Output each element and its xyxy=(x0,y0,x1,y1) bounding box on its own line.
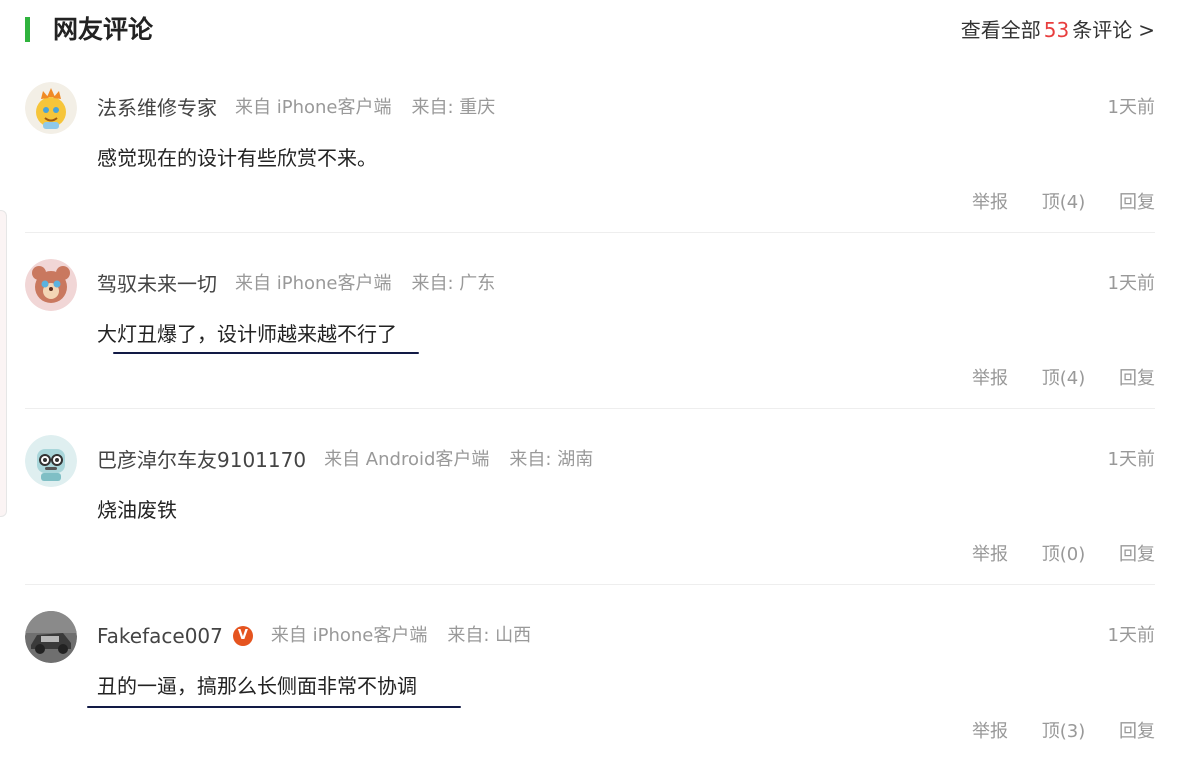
reply-button[interactable]: 回复 xyxy=(1119,192,1155,213)
comment-content: 丑的一逼，搞那么长侧面非常不协调 xyxy=(97,674,417,698)
report-button[interactable]: 举报 xyxy=(972,368,1008,389)
client-source: 来自 iPhone客户端 xyxy=(235,273,392,294)
verified-badge-icon: V xyxy=(232,626,253,646)
comment-item: 驾驭未来一切 来自 iPhone客户端 来自: 广东 1天前 大灯丑爆了，设计师… xyxy=(25,232,1155,409)
handwritten-underline xyxy=(87,706,461,708)
view-all-prefix: 查看全部 xyxy=(960,18,1041,42)
car-photo-avatar-icon[interactable] xyxy=(25,611,77,663)
side-panel-edge xyxy=(0,210,7,517)
comment-item: 法系维修专家 来自 iPhone客户端 来自: 重庆 1天前 感觉现在的设计有些… xyxy=(25,56,1155,233)
client-source: 来自 iPhone客户端 xyxy=(270,625,428,646)
section-accent-bar xyxy=(25,17,30,42)
comment-content: 大灯丑爆了，设计师越来越不行了 xyxy=(97,322,397,346)
report-button[interactable]: 举报 xyxy=(972,192,1008,213)
cartoon-robot-avatar-icon[interactable] xyxy=(25,435,77,487)
view-all-comments-link[interactable]: 查看全部 53 条评论 > xyxy=(961,16,1155,44)
comments-header: 网友评论 查看全部 53 条评论 > xyxy=(25,10,1155,52)
upvote-button[interactable]: 顶(0) xyxy=(1042,544,1086,565)
comment-count: 53 xyxy=(1043,18,1070,42)
client-source: 来自 Android客户端 xyxy=(324,449,490,470)
comment-content: 感觉现在的设计有些欣赏不来。 xyxy=(97,146,377,170)
section-title: 网友评论 xyxy=(53,15,154,44)
upvote-button[interactable]: 顶(4) xyxy=(1042,192,1086,213)
view-all-suffix: 条评论 xyxy=(1072,18,1133,42)
user-location: 来自: 湖南 xyxy=(509,449,594,470)
comment-content: 烧油废铁 xyxy=(97,498,177,522)
cartoon-sun-avatar-icon[interactable] xyxy=(25,82,77,134)
handwritten-underline xyxy=(113,352,419,354)
reply-button[interactable]: 回复 xyxy=(1119,368,1155,389)
user-location: 来自: 山西 xyxy=(447,625,532,646)
comment-time: 1天前 xyxy=(1107,449,1155,470)
report-button[interactable]: 举报 xyxy=(972,721,1008,742)
username[interactable]: Fakeface007 xyxy=(97,622,223,650)
cartoon-bear-avatar-icon[interactable] xyxy=(25,259,77,311)
comment-item: Fakeface007 V 来自 iPhone客户端 来自: 山西 1天前 丑的… xyxy=(25,584,1155,760)
client-source: 来自 iPhone客户端 xyxy=(235,97,392,118)
comment-time: 1天前 xyxy=(1107,97,1155,118)
comment-item: 巴彦淖尔车友9101170 来自 Android客户端 来自: 湖南 1天前 烧… xyxy=(25,408,1155,585)
user-location: 来自: 广东 xyxy=(411,273,496,294)
user-location: 来自: 重庆 xyxy=(411,97,496,118)
username[interactable]: 法系维修专家 xyxy=(97,94,217,122)
comment-time: 1天前 xyxy=(1107,273,1155,294)
upvote-button[interactable]: 顶(3) xyxy=(1042,721,1086,742)
chevron-right-icon: > xyxy=(1138,18,1155,42)
upvote-button[interactable]: 顶(4) xyxy=(1042,368,1086,389)
username[interactable]: 驾驭未来一切 xyxy=(97,270,217,298)
comment-time: 1天前 xyxy=(1107,625,1155,646)
username[interactable]: 巴彦淖尔车友9101170 xyxy=(97,446,306,474)
report-button[interactable]: 举报 xyxy=(972,544,1008,565)
reply-button[interactable]: 回复 xyxy=(1119,721,1155,742)
reply-button[interactable]: 回复 xyxy=(1119,544,1155,565)
